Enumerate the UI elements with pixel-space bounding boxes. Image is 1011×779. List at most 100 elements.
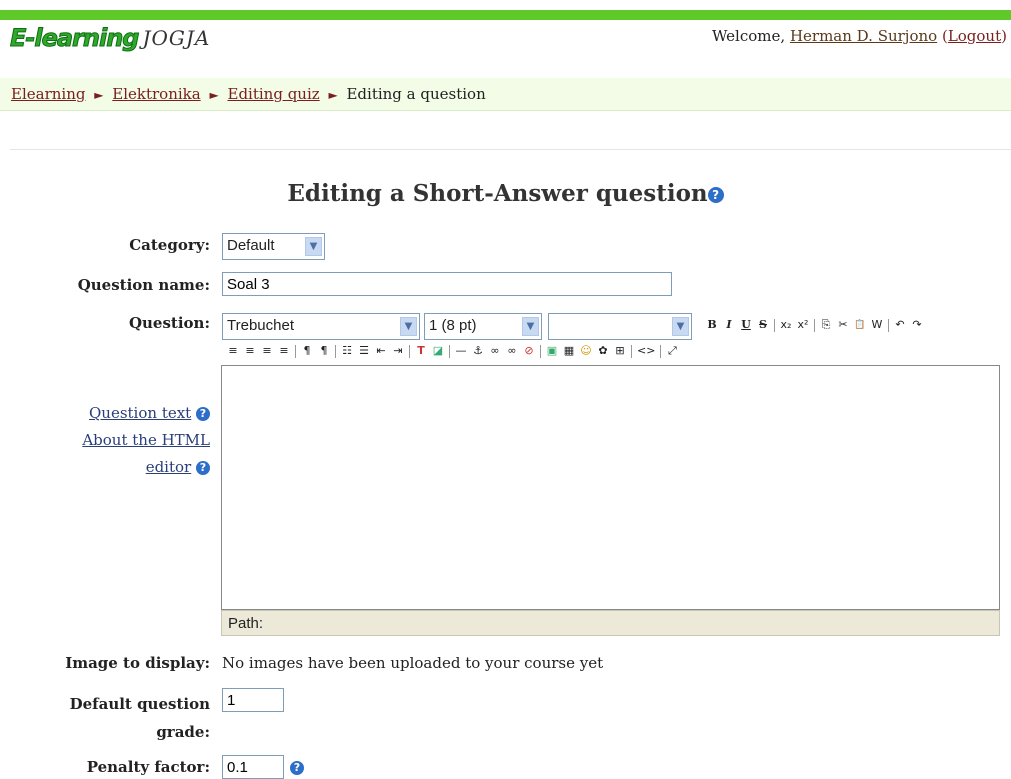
editor-toolbar-row1: B I U S x₂ x² ⎘ ✂ 📋 W ↶ ↷: [706, 318, 923, 332]
text-color-icon[interactable]: T: [415, 344, 427, 358]
default-grade-label-line2: grade:: [156, 723, 210, 741]
subscript-icon[interactable]: x₂: [780, 318, 792, 332]
about-html-editor-link-cont[interactable]: editor: [146, 458, 192, 476]
ordered-list-icon[interactable]: ☷: [341, 344, 353, 358]
align-left-icon[interactable]: ≡: [227, 344, 239, 358]
image-to-display-value: No images have been uploaded to your cou…: [222, 654, 604, 672]
default-grade-label: Default question grade:: [20, 690, 210, 746]
breadcrumb-separator-icon: ►: [94, 88, 104, 102]
link-icon[interactable]: ∞: [489, 344, 501, 358]
clean-word-icon[interactable]: W: [871, 318, 883, 332]
copy-icon[interactable]: ⎘: [820, 318, 832, 332]
nolink-icon[interactable]: ⊘: [523, 344, 535, 358]
breadcrumb-editing-quiz[interactable]: Editing quiz: [228, 85, 320, 103]
anchor-icon[interactable]: ⚓: [472, 344, 484, 358]
site-logo[interactable]: E-learning JOGJA: [9, 24, 211, 53]
header-accent-bar: [0, 10, 1011, 20]
toolbar-separator: [660, 344, 662, 358]
rtl-icon[interactable]: ¶: [318, 344, 330, 358]
paste-icon[interactable]: 📋: [854, 318, 866, 332]
ltr-icon[interactable]: ¶: [301, 344, 313, 358]
breadcrumb: Elearning ► Elektronika ► Editing quiz ►…: [11, 85, 486, 103]
underline-icon[interactable]: U: [740, 318, 752, 332]
fullscreen-icon[interactable]: ⤢: [666, 344, 678, 358]
question-name-input[interactable]: [222, 272, 672, 296]
font-family-select[interactable]: Trebuchet ▼: [222, 313, 420, 340]
category-value: Default: [227, 237, 275, 254]
insert-image-icon[interactable]: ▣: [546, 344, 558, 358]
chevron-down-icon: ▼: [522, 317, 539, 336]
breadcrumb-separator-icon: ►: [328, 88, 338, 102]
toolbar-separator: [335, 344, 336, 358]
image-to-display-label: Image to display:: [65, 654, 210, 672]
breadcrumb-separator-icon: ►: [209, 88, 219, 102]
page-title-text: Editing a Short-Answer question: [287, 180, 708, 207]
penalty-factor-input[interactable]: [222, 755, 284, 779]
special-char-icon[interactable]: ✿: [597, 344, 609, 358]
question-text-help-link[interactable]: Question text: [89, 404, 191, 422]
category-select[interactable]: Default ▼: [222, 233, 325, 260]
toolbar-separator: [540, 344, 541, 358]
penalty-factor-label: Penalty factor:: [86, 758, 210, 776]
toolbar-separator: [631, 344, 632, 358]
html-source-icon[interactable]: <>: [637, 344, 655, 358]
chevron-down-icon: ▼: [305, 237, 322, 256]
toolbar-separator: [295, 344, 296, 358]
unlink-icon[interactable]: ∞: [506, 344, 518, 358]
help-links: Question text ? About the HTML editor ?: [20, 400, 210, 481]
font-family-value: Trebuchet: [227, 317, 294, 334]
insert-table-icon[interactable]: ▦: [563, 344, 575, 358]
toolbar-separator: [888, 318, 889, 332]
breadcrumb-elearning[interactable]: Elearning: [11, 85, 85, 103]
align-center-icon[interactable]: ≡: [244, 344, 256, 358]
indent-icon[interactable]: ⇥: [392, 344, 404, 358]
help-icon[interactable]: ?: [290, 761, 304, 775]
italic-icon[interactable]: I: [723, 318, 735, 332]
logout-link[interactable]: Logout: [948, 27, 1001, 45]
logo-main-text: E-learning: [9, 24, 139, 53]
unordered-list-icon[interactable]: ☰: [358, 344, 370, 358]
question-name-label: Question name:: [77, 276, 210, 294]
chevron-down-icon: ▼: [400, 317, 417, 336]
breadcrumb-current: Editing a question: [346, 85, 486, 103]
cut-icon[interactable]: ✂: [837, 318, 849, 332]
about-html-editor-link[interactable]: About the HTML: [82, 431, 210, 449]
font-size-select[interactable]: 1 (8 pt) ▼: [424, 313, 542, 340]
logo-sub-text: JOGJA: [142, 26, 211, 50]
strikethrough-icon[interactable]: S: [757, 318, 769, 332]
toolbar-separator: [449, 344, 450, 358]
outdent-icon[interactable]: ⇤: [375, 344, 387, 358]
horizontal-rule-icon[interactable]: —: [455, 344, 467, 358]
help-icon[interactable]: ?: [196, 461, 210, 475]
question-text-editor[interactable]: [221, 365, 1000, 610]
chevron-down-icon: ▼: [672, 317, 689, 336]
editor-toolbar-row2: ≡ ≡ ≡ ≡ ¶ ¶ ☷ ☰ ⇤ ⇥ T ◪ — ⚓ ∞ ∞ ⊘ ▣ ▦ ☺ …: [227, 344, 678, 358]
font-style-select[interactable]: ▼: [548, 313, 692, 340]
background-color-icon[interactable]: ◪: [432, 344, 444, 358]
align-right-icon[interactable]: ≡: [261, 344, 273, 358]
search-replace-icon[interactable]: ⊞: [614, 344, 626, 358]
help-icon[interactable]: ?: [707, 187, 724, 203]
editor-path-bar: Path:: [221, 610, 1000, 636]
category-label: Category:: [129, 236, 210, 254]
undo-icon[interactable]: ↶: [894, 318, 906, 332]
breadcrumb-elektronika[interactable]: Elektronika: [112, 85, 200, 103]
welcome-prefix: Welcome,: [711, 27, 786, 45]
toolbar-separator: [409, 344, 410, 358]
justify-icon[interactable]: ≡: [278, 344, 290, 358]
superscript-icon[interactable]: x²: [797, 318, 809, 332]
default-grade-input[interactable]: [222, 688, 284, 712]
welcome-message: Welcome, Herman D. Surjono (Logout): [712, 27, 1007, 45]
page-title: Editing a Short-Answer question?: [0, 180, 1011, 207]
question-label: Question:: [128, 314, 210, 332]
font-size-value: 1 (8 pt): [429, 317, 477, 334]
logout-close-paren: ): [1001, 27, 1007, 45]
redo-icon[interactable]: ↷: [911, 318, 923, 332]
user-profile-link[interactable]: Herman D. Surjono: [790, 27, 937, 45]
path-label: Path:: [228, 615, 264, 632]
bold-icon[interactable]: B: [706, 318, 718, 332]
toolbar-separator: [814, 318, 815, 332]
smiley-icon[interactable]: ☺: [580, 344, 592, 358]
divider: [10, 149, 1011, 150]
help-icon[interactable]: ?: [196, 407, 210, 421]
